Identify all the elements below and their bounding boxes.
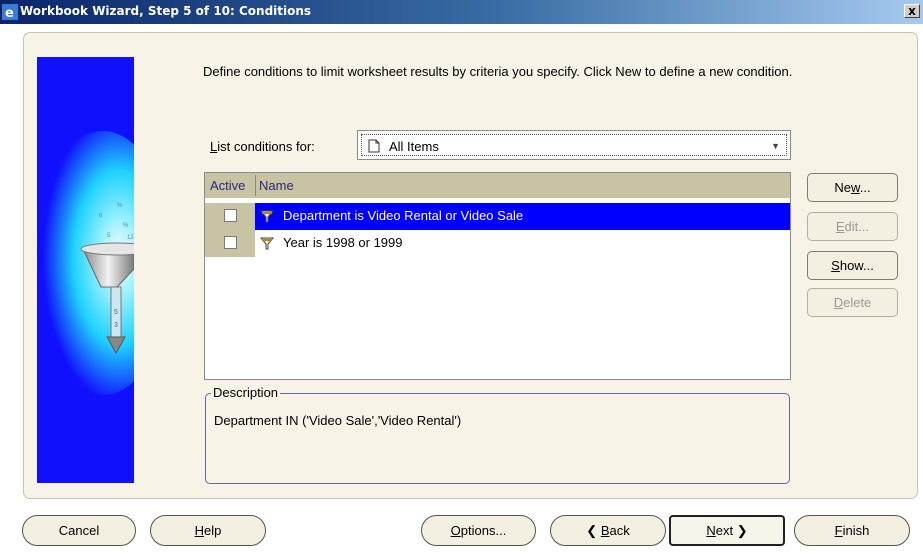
finish-button[interactable]: Finish	[794, 515, 910, 546]
svg-text:3: 3	[114, 322, 118, 329]
edit-button[interactable]: Edit...	[807, 212, 898, 241]
svg-text:5: 5	[114, 309, 118, 316]
condition-name: Department is Video Rental or Video Sale	[283, 208, 524, 223]
svg-text:12: 12	[127, 235, 134, 241]
chevron-down-icon[interactable]: ▼	[771, 141, 780, 151]
edit-button-mnemonic: E	[835, 219, 845, 234]
condition-name-cell[interactable]: Year is 1998 or 1999	[255, 230, 790, 257]
help-button-mnemonic: H	[194, 523, 205, 538]
next-button[interactable]: Next ❯	[669, 515, 785, 546]
back-button[interactable]: ❮ Back	[550, 515, 666, 546]
options-button-label-post: ptions...	[460, 523, 507, 538]
edit-button-label-post: dit...	[844, 219, 870, 234]
close-button[interactable]: x	[904, 4, 920, 18]
combo-focus-rect: All Items ▼	[361, 134, 787, 156]
back-arrow-icon: ❮	[586, 523, 598, 538]
funnel-icon	[260, 210, 274, 223]
condition-name: Year is 1998 or 1999	[283, 235, 403, 250]
description-group	[205, 393, 790, 484]
show-button-mnemonic: S	[831, 258, 840, 273]
delete-button[interactable]: Delete	[807, 288, 898, 317]
svg-text:e: e	[5, 6, 14, 20]
delete-button-label-post: elete	[843, 295, 872, 310]
title-bar: e Workbook Wizard, Step 5 of 10: Conditi…	[0, 0, 923, 24]
list-conditions-label-text: ist conditions for:	[217, 139, 315, 154]
back-button-label-post: ack	[609, 523, 630, 538]
new-button-label-post: ...	[859, 180, 871, 195]
column-divider[interactable]	[255, 175, 256, 196]
active-checkbox[interactable]	[224, 236, 237, 249]
table-header: Active Name	[205, 173, 790, 198]
list-conditions-label: List conditions for:	[210, 139, 315, 154]
description-legend: Description	[211, 385, 281, 400]
svg-text:%: %	[123, 223, 129, 229]
next-button-mnemonic: N	[706, 523, 716, 538]
document-icon	[368, 139, 380, 153]
next-button-label-post: ext	[715, 523, 734, 538]
active-cell	[205, 230, 255, 257]
table-row[interactable]: Department is Video Rental or Video Sale	[205, 203, 790, 230]
cancel-button-label: Cancel	[58, 523, 100, 538]
active-checkbox[interactable]	[224, 209, 237, 222]
help-button-label-post: elp	[204, 523, 222, 538]
app-e-icon: e	[2, 4, 18, 20]
options-button[interactable]: Options...	[421, 515, 536, 546]
show-button-label-post: how...	[839, 258, 874, 273]
intro-text: Define conditions to limit worksheet res…	[203, 64, 793, 79]
svg-text:%: %	[117, 203, 123, 209]
active-cell	[205, 203, 255, 230]
column-header-name[interactable]: Name	[259, 178, 294, 193]
description-text: Department IN ('Video Sale','Video Renta…	[214, 413, 462, 428]
show-button[interactable]: Show...	[807, 251, 898, 280]
options-button-mnemonic: O	[450, 523, 461, 538]
condition-name-cell[interactable]: Department is Video Rental or Video Sale	[255, 203, 790, 230]
new-button-label-pre: Ne	[834, 180, 852, 195]
funnel-icon	[260, 237, 274, 250]
new-button-mnemonic: w	[851, 180, 860, 195]
list-conditions-dropdown[interactable]: All Items ▼	[357, 130, 791, 160]
table-row[interactable]: Year is 1998 or 1999	[205, 230, 790, 257]
help-button[interactable]: Help	[150, 515, 266, 546]
new-button[interactable]: New...	[807, 173, 898, 202]
cancel-button[interactable]: Cancel	[22, 515, 136, 546]
delete-button-mnemonic: D	[833, 295, 844, 310]
finish-button-label-post: inish	[842, 523, 870, 538]
next-arrow-icon: ❯	[736, 523, 748, 538]
finish-button-mnemonic: F	[834, 523, 843, 538]
dropdown-selected-value: All Items	[389, 139, 439, 154]
window-title: Workbook Wizard, Step 5 of 10: Condition…	[20, 4, 312, 18]
column-header-active[interactable]: Active	[210, 178, 245, 193]
funnel-illustration: 5 3 6 % 5 12 %	[37, 57, 134, 483]
conditions-table: Active Name Department is Video Rental o…	[204, 172, 791, 380]
